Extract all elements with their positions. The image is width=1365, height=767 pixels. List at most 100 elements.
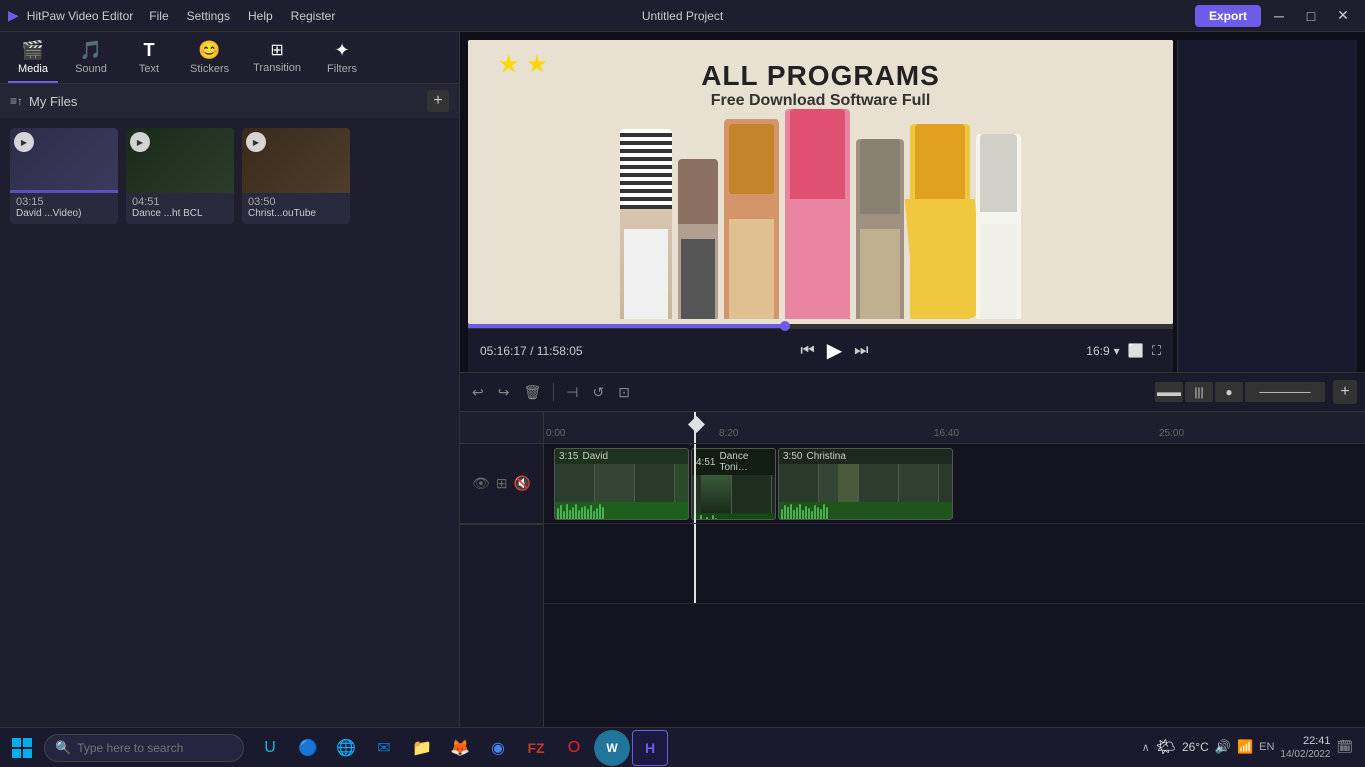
minimize-button[interactable]: ─	[1265, 5, 1293, 27]
zoom-buttons: ▬▬ ||| ● ──────	[1155, 382, 1325, 402]
system-clock[interactable]: 22:41 14/02/2022	[1280, 734, 1330, 761]
ratio-value: 16:9	[1086, 344, 1109, 358]
redo-button[interactable]: ↪	[494, 382, 514, 403]
zoom-fit-button[interactable]: ▬▬	[1155, 382, 1183, 402]
waveform-bars-1	[557, 502, 604, 520]
sort-icon[interactable]: ≡↑	[10, 94, 23, 108]
tab-media-label: Media	[18, 63, 48, 75]
waveform-bars-2	[694, 513, 717, 520]
add-media-button[interactable]: +	[427, 90, 449, 112]
search-input[interactable]	[77, 741, 233, 755]
search-box[interactable]: 🔍	[44, 734, 244, 762]
timeline-clip-3[interactable]: 3:50 Christina	[778, 448, 953, 520]
taskbar-app-explorer[interactable]: 📁	[404, 730, 440, 766]
crop-timeline-button[interactable]: ⊡	[614, 382, 634, 403]
tab-stickers[interactable]: 😊 Stickers	[182, 36, 237, 83]
media-card-2[interactable]: ▶ 04:51 Dance ...ht BCL	[126, 128, 234, 224]
menu-file[interactable]: File	[141, 7, 176, 25]
media-duration-2: 04:51	[132, 196, 228, 208]
audio-dots-button[interactable]: ●	[1215, 382, 1243, 402]
clip-2-header: 4:51 Dance Toni…	[692, 449, 775, 475]
ruler-mark-2: 16:40	[934, 428, 959, 439]
tab-filters[interactable]: ✦ Filters	[317, 36, 367, 83]
delete-button[interactable]: 🗑	[519, 382, 545, 403]
split-button[interactable]: ⊣	[562, 382, 582, 403]
progress-bar-fill	[468, 324, 785, 328]
fullscreen-button[interactable]: ⛶	[1152, 343, 1161, 359]
fast-forward-button[interactable]: ⏭	[854, 342, 868, 360]
track-controls-audio	[460, 524, 543, 604]
time-separator: /	[530, 344, 537, 358]
my-files-label: My Files	[29, 94, 77, 109]
files-grid: ▶ 03:15 David ...Video) ▶ 04:51 Dance ..…	[0, 118, 459, 767]
toolbar-separator-1	[553, 383, 554, 401]
play-icon-3: ▶	[246, 132, 266, 152]
audio-levels-button[interactable]: |||	[1185, 382, 1213, 402]
text-icon: T	[144, 40, 155, 61]
app-menu: File Settings Help Register	[141, 7, 343, 25]
playhead-diamond	[688, 416, 705, 433]
zoom-slider-button[interactable]: ──────	[1245, 382, 1325, 402]
taskbar-app-hitpaw[interactable]: H	[632, 730, 668, 766]
add-track-button[interactable]: +	[1333, 380, 1357, 404]
clip-3-frame-2	[819, 464, 859, 502]
ratio-selector[interactable]: 16:9 ▾	[1086, 344, 1119, 358]
rotate-left-button[interactable]: ↺	[588, 382, 608, 403]
track-eye-button[interactable]: 👁	[472, 475, 490, 492]
timeline-clip-2[interactable]: 4:51 Dance Toni…	[691, 448, 776, 520]
taskbar-app-mail[interactable]: ✉	[366, 730, 402, 766]
search-icon: 🔍	[55, 740, 71, 756]
rewind-button[interactable]: ⏮	[800, 342, 814, 360]
title-bar-right: Export ─ □ ✕	[1195, 5, 1357, 27]
tab-text[interactable]: T Text	[124, 36, 174, 83]
audio-playhead-line	[694, 524, 696, 603]
tab-filters-label: Filters	[327, 63, 357, 75]
maximize-button[interactable]: □	[1297, 5, 1325, 27]
taskbar-app-edge[interactable]: 🔵	[290, 730, 326, 766]
sound-icon: 🎵	[80, 40, 102, 61]
ruler-mark-0: 0:00	[546, 428, 565, 439]
clip-2-frame-1	[692, 475, 732, 513]
clip-2-waveform	[692, 513, 775, 520]
clip-1-frame-3	[635, 464, 675, 502]
taskbar-app-filezilla[interactable]: FZ	[518, 730, 554, 766]
tab-sound[interactable]: 🎵 Sound	[66, 36, 116, 83]
clip-2-duration: 4:51	[696, 457, 715, 468]
progress-bar[interactable]	[468, 324, 1173, 328]
close-button[interactable]: ✕	[1329, 5, 1357, 27]
clip-2-thumbnails	[692, 475, 775, 513]
taskbar-app-opera[interactable]: O	[556, 730, 592, 766]
media-info-2: 04:51 Dance ...ht BCL	[126, 193, 234, 224]
show-hidden-icons[interactable]: ∧	[1142, 741, 1150, 754]
taskbar-app-uiribbon[interactable]: U	[252, 730, 288, 766]
export-button[interactable]: Export	[1195, 5, 1261, 27]
media-card-1[interactable]: ▶ 03:15 David ...Video)	[10, 128, 118, 224]
taskbar-app-ie[interactable]: 🌐	[328, 730, 364, 766]
track-layout-button[interactable]: ⊞	[496, 475, 508, 492]
undo-button[interactable]: ↩	[468, 382, 488, 403]
notification-icon[interactable]: 🗓	[1336, 739, 1353, 755]
clock-time: 22:41	[1280, 734, 1330, 748]
tab-transition[interactable]: ⊞ Transition	[245, 36, 309, 83]
menu-register[interactable]: Register	[283, 7, 344, 25]
crop-button[interactable]: ⬜	[1128, 343, 1144, 359]
right-panel: ALL PROGRAMS Free Download Software Full	[460, 32, 1365, 767]
taskbar-app-firefox[interactable]: 🦊	[442, 730, 478, 766]
start-button[interactable]	[4, 730, 40, 766]
media-card-3[interactable]: ▶ 03:50 Christ...ouTube	[242, 128, 350, 224]
media-duration-1: 03:15	[16, 196, 112, 208]
tab-media[interactable]: 🎬 Media	[8, 36, 58, 83]
ratio-chevron: ▾	[1114, 344, 1120, 358]
preview-video: ALL PROGRAMS Free Download Software Full	[468, 40, 1173, 324]
taskbar: 🔍 U 🔵 🌐 ✉ 📁 🦊 ◉ FZ O W H ∧ 🌤 26°C 🔊 📶 EN…	[0, 727, 1365, 767]
taskbar-app-chrome[interactable]: ◉	[480, 730, 516, 766]
ruler-mark-3: 25:00	[1159, 428, 1184, 439]
menu-settings[interactable]: Settings	[179, 7, 238, 25]
timeline-clip-1[interactable]: 3:15 David	[554, 448, 689, 520]
play-button[interactable]: ▶	[827, 338, 842, 363]
taskbar-app-wordpress[interactable]: W	[594, 730, 630, 766]
timeline-left-col: 👁 ⊞ 🔇	[460, 412, 544, 767]
track-mute-button[interactable]: 🔇	[514, 475, 531, 492]
time-display: 05:16:17 / 11:58:05	[480, 344, 583, 358]
menu-help[interactable]: Help	[240, 7, 281, 25]
